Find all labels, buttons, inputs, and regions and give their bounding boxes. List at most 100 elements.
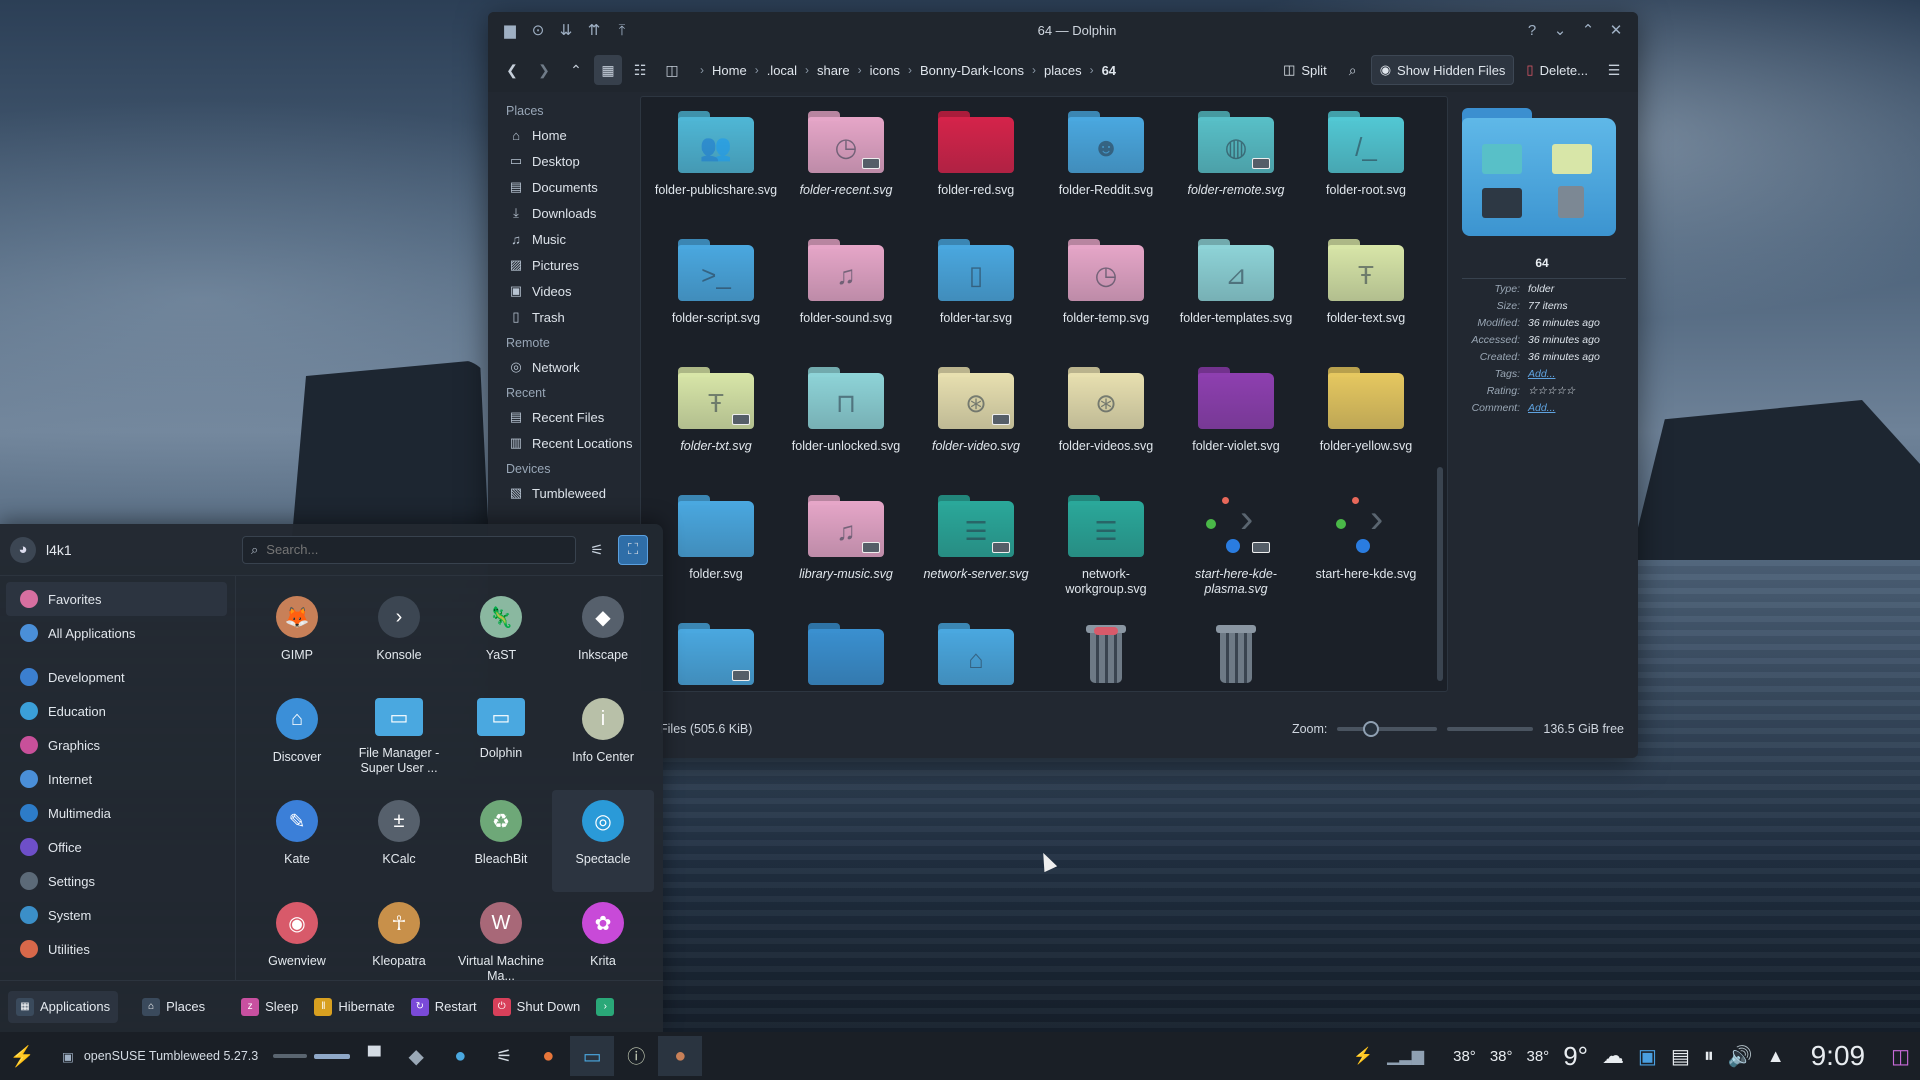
close-icon[interactable]: ✕ [1602,16,1630,44]
help-icon[interactable]: ? [1518,16,1546,44]
file-item[interactable]: user-desktop.svg [781,617,911,691]
notifications-icon[interactable]: ◫ [1891,1044,1910,1069]
scrollbar[interactable] [1437,467,1443,681]
places-item[interactable]: ◎ Network [500,354,640,380]
file-item[interactable]: ⊛ folder-video.svg [911,361,1041,489]
pager-desktop-2[interactable] [310,1036,354,1076]
places-item[interactable]: ▨ Pictures [500,252,640,278]
app-item[interactable]: ✿ Krita [552,892,654,994]
file-item[interactable]: >_ folder-script.svg [651,233,781,361]
split-button[interactable]: ◫ Split [1275,55,1335,85]
breadcrumb-item[interactable]: icons [862,63,908,78]
show-desktop-icon[interactable]: ▀ [354,1036,394,1076]
app-item[interactable]: ◎ Spectacle [552,790,654,892]
app-item[interactable]: ▭ Dolphin [450,688,552,790]
file-item[interactable]: user-trash-full.svg [1041,617,1171,691]
up-icon[interactable]: ⌃ [562,55,590,85]
file-item[interactable]: ⊛ folder-videos.svg [1041,361,1171,489]
tab-places[interactable]: ⌂ Places [134,991,213,1023]
app-item[interactable]: ⌂ Discover [246,688,348,790]
breadcrumb-item[interactable]: places [1036,63,1090,78]
search-field[interactable]: ⌕ [242,535,576,564]
search-input[interactable] [266,542,547,557]
places-item[interactable]: ▧ Tumbleweed [500,480,640,506]
breadcrumb-item[interactable]: Bonny-Dark-Icons [912,63,1032,78]
app-item[interactable]: ▭ File Manager - Super User ... [348,688,450,790]
file-item[interactable]: › start-here-kde.svg [1301,489,1431,617]
file-item[interactable]: ◍ folder-remote.svg [1171,105,1301,233]
file-item[interactable]: ♫ library-music.svg [781,489,911,617]
hibernate-button[interactable]: ‖ Hibernate [306,991,402,1023]
file-item[interactable]: Ŧfolder-txt.svg [651,361,781,489]
info-add-link[interactable]: Add... [1528,368,1555,385]
file-item[interactable]: ☻ folder-Reddit.svg [1041,105,1171,233]
file-item[interactable]: ◷ folder-temp.svg [1041,233,1171,361]
file-item[interactable]: folder-violet.svg [1171,361,1301,489]
clipboard-icon[interactable]: ▣ [1638,1044,1657,1069]
file-item[interactable]: Ŧfolder-text.svg [1301,233,1431,361]
places-item[interactable]: ▣ Videos [500,278,640,304]
places-item[interactable]: ▭ Desktop [500,148,640,174]
expand-tray-icon[interactable]: ▲ [1767,1046,1785,1067]
info-add-link[interactable]: Add... [1528,402,1555,419]
app-item[interactable]: W Virtual Machine Ma... [450,892,552,994]
details-view-icon[interactable]: ☷ [626,55,654,85]
file-item[interactable]: ▯ folder-tar.svg [911,233,1041,361]
file-item[interactable]: ⌂user-home.svg [911,617,1041,691]
places-item[interactable]: ⤓ Downloads [500,200,640,226]
places-item[interactable]: ⌂ Home [500,122,640,148]
compact-view-icon[interactable]: ◫ [658,55,686,85]
search-icon[interactable]: ⌕ [1339,55,1367,85]
file-item[interactable]: 👥 folder-publicshare.svg [651,105,781,233]
show-hidden-files-button[interactable]: ◉ Show Hidden Files [1370,55,1515,85]
firefox-task-icon[interactable]: ● [526,1036,570,1076]
info-center-task-icon[interactable]: ⓘ [614,1036,658,1076]
notes-icon[interactable]: ▤ [1671,1044,1690,1069]
breadcrumb-item[interactable]: .local [759,63,805,78]
places-item[interactable]: ▯ Trash [500,304,640,330]
user-area[interactable]: ◕ l4k1 [10,536,242,563]
file-item[interactable]: folder-yellow.svg [1301,361,1431,489]
dolphin-task-icon[interactable]: ▭ [570,1036,615,1076]
sleep-button[interactable]: z Sleep [233,991,306,1023]
app-item[interactable]: ◆ Inkscape [552,586,654,688]
kde-connect-icon[interactable]: ⚡ [1353,1046,1373,1066]
app-item[interactable]: 🦊 GIMP [246,586,348,688]
weather-temp[interactable]: 9° [1563,1041,1588,1072]
minimize-icon[interactable]: ⌄ [1546,16,1574,44]
volume-icon[interactable]: 🔊 [1728,1044,1753,1069]
zoom-knob[interactable] [1363,721,1380,737]
maximize-icon[interactable]: ⌃ [1574,16,1602,44]
pin-launcher-icon[interactable]: ⛶ [618,534,648,565]
places-item[interactable]: ▥ Recent Locations [500,430,640,456]
file-item[interactable]: folder.svg [651,489,781,617]
app-item[interactable]: i Info Center [552,688,654,790]
file-item[interactable]: ♫ folder-sound.svg [781,233,911,361]
file-item[interactable]: › start-here-kde-plasma.svg [1171,489,1301,617]
app-item[interactable]: ± KCalc [348,790,450,892]
back-icon[interactable]: ❮ [498,55,526,85]
file-item[interactable]: ⊓ folder-unlocked.svg [781,361,911,489]
settings-task-icon[interactable]: ⚟ [482,1036,526,1076]
breadcrumb-item[interactable]: share [809,63,858,78]
file-item[interactable]: ⊿ folder-templates.svg [1171,233,1301,361]
keep-above-icon[interactable]: ⇈ [580,16,608,44]
more-button[interactable]: › [588,991,622,1023]
pin-icon[interactable]: ⊙ [524,16,552,44]
keep-below-icon[interactable]: ⇊ [552,16,580,44]
places-item[interactable]: ▤ Documents [500,174,640,200]
network-graph-icon[interactable]: ▁▂▆ [1387,1046,1439,1066]
breadcrumb-item[interactable]: 64 [1094,63,1124,78]
configure-icon[interactable]: ⚟ [582,535,612,565]
app-item[interactable]: ✎ Kate [246,790,348,892]
file-view[interactable]: 👥 folder-publicshare.svg ◷ folder-recent.sv… [640,96,1448,692]
file-item[interactable]: /_ folder-root.svg [1301,105,1431,233]
hamburger-menu-icon[interactable]: ☰ [1600,55,1628,85]
zoom-slider[interactable] [1337,721,1438,737]
app-item[interactable]: › Konsole [348,586,450,688]
gimp-task-icon[interactable]: ● [658,1036,703,1076]
app-item[interactable]: ♻ BleachBit [450,790,552,892]
delete-button[interactable]: ▯ Delete... [1518,55,1596,85]
places-item[interactable]: ♫ Music [500,226,640,252]
launcher-button[interactable]: ⚡ [2,1036,42,1076]
